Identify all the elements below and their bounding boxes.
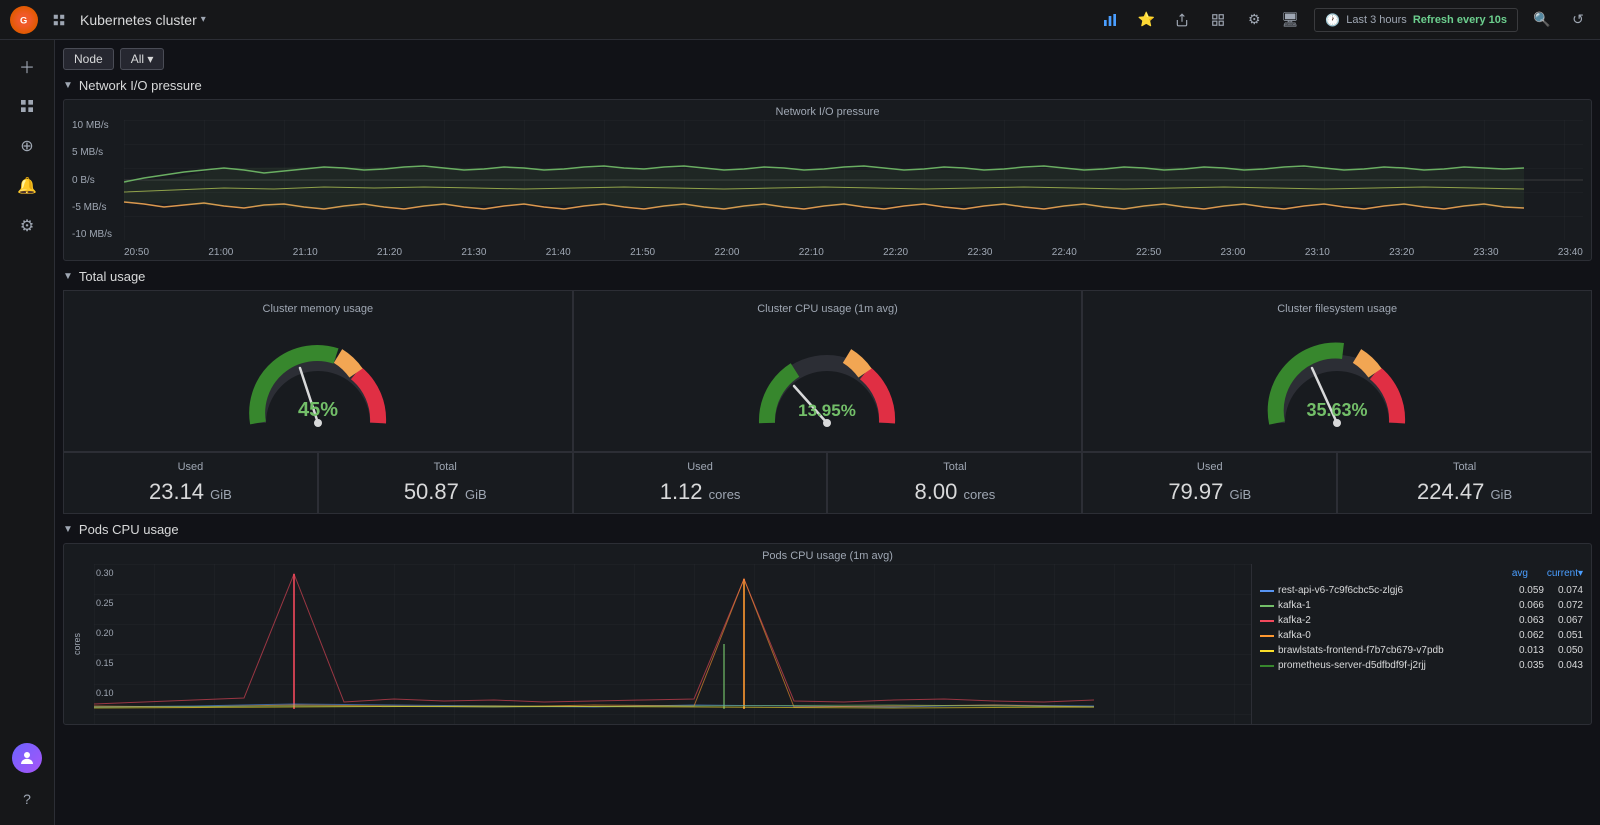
pods-collapse-arrow: ▼ [63, 524, 73, 535]
svg-text:G: G [20, 15, 27, 25]
collapse-arrow: ▼ [63, 80, 73, 91]
svg-text:13.95%: 13.95% [799, 401, 857, 420]
grafana-logo: G [10, 6, 38, 34]
stat-cpu-used: Used 1.12 cores [573, 452, 828, 514]
topnav: G Kubernetes cluster ▾ ⭐ ⚙ 🖥 🕐 Last 3 ho… [0, 0, 1600, 40]
dashboard-title[interactable]: Kubernetes cluster ▾ [72, 12, 214, 28]
filter-bar: Node All ▾ [63, 48, 1592, 70]
pods-section-title: Pods CPU usage [79, 522, 179, 537]
pods-panel: Pods CPU usage (1m avg) cores 0.30 0.25 … [63, 543, 1592, 725]
legend-item: brawlstats-frontend-f7b7cb679-v7pdb 0.01… [1260, 643, 1583, 658]
network-chart-title: Network I/O pressure [64, 100, 1591, 120]
cpu-gauge-panel: Cluster CPU usage (1m avg) 13.95% [573, 290, 1083, 452]
pods-chart-title: Pods CPU usage (1m avg) [64, 544, 1591, 564]
sidebar-dashboards[interactable] [7, 88, 47, 124]
legend-item: kafka-0 0.062 0.051 [1260, 628, 1583, 643]
settings-icon[interactable]: ⚙ [1242, 8, 1266, 32]
main-content: Node All ▾ ▼ Network I/O pressure Networ… [55, 40, 1600, 825]
legend-item: prometheus-server-d5dfbdf9f-j2rjj 0.035 … [1260, 658, 1583, 673]
memory-gauge-panel: Cluster memory usage 45% [63, 290, 573, 452]
legend-item: kafka-2 0.063 0.067 [1260, 613, 1583, 628]
svg-text:0.20: 0.20 [96, 628, 114, 638]
stat-cpu-total: Total 8.00 cores [827, 452, 1082, 514]
gauges-row: Cluster memory usage 45% [63, 290, 1592, 452]
cpu-gauge-container: 13.95% [582, 323, 1074, 443]
clock-icon: 🕐 [1325, 13, 1340, 27]
screen-icon[interactable]: 🖥 [1278, 8, 1302, 32]
stats-row: Used 23.14 GiB Total 50.87 GiB Used 1.12… [63, 452, 1592, 514]
grid-icon [52, 13, 66, 27]
sidebar-settings[interactable]: ⚙ [7, 208, 47, 244]
svg-text:0.10: 0.10 [96, 688, 114, 698]
pods-section-header[interactable]: ▼ Pods CPU usage [63, 522, 1592, 537]
stat-fs-used: Used 79.97 GiB [1082, 452, 1337, 514]
network-xaxis: 20:50 21:00 21:10 21:20 21:30 21:40 21:5… [124, 247, 1583, 258]
pods-chart-area: cores 0.30 0.25 0.20 0.15 0.10 [64, 564, 1591, 724]
filesystem-gauge-panel: Cluster filesystem usage 35.63% [1082, 290, 1592, 452]
time-label: Last 3 hours [1346, 14, 1407, 26]
search-icon[interactable]: 🔍 [1530, 8, 1554, 32]
network-section-title: Network I/O pressure [79, 78, 202, 93]
sidebar: ＋ ⊕ 🔔 ⚙ ? [0, 40, 55, 825]
chart-icon[interactable] [1098, 8, 1122, 32]
sidebar-add[interactable]: ＋ [7, 48, 47, 84]
all-filter-dropdown[interactable]: All ▾ [120, 48, 165, 70]
network-chart: 10 MB/s 5 MB/s 0 B/s -5 MB/s -10 MB/s [64, 120, 1591, 260]
pods-yaxis-label: cores [72, 633, 82, 655]
svg-text:0.25: 0.25 [96, 598, 114, 608]
legend-item: kafka-1 0.066 0.072 [1260, 598, 1583, 613]
legend-item: rest-api-v6-7c9f6cbc5c-zlgj6 0.059 0.074 [1260, 583, 1583, 598]
cpu-gauge-title: Cluster CPU usage (1m avg) [582, 303, 1074, 315]
svg-text:35.63%: 35.63% [1307, 400, 1368, 420]
cpu-gauge-svg: 13.95% [747, 328, 907, 438]
network-yaxis: 10 MB/s 5 MB/s 0 B/s -5 MB/s -10 MB/s [72, 120, 112, 240]
memory-gauge-svg: 45% [238, 328, 398, 438]
nav-icons: ⭐ ⚙ 🖥 🕐 Last 3 hours Refresh every 10s 🔍… [1098, 8, 1590, 32]
svg-text:0.30: 0.30 [96, 568, 114, 578]
stat-memory-used: Used 23.14 GiB [63, 452, 318, 514]
time-range-picker[interactable]: 🕐 Last 3 hours Refresh every 10s [1314, 8, 1518, 32]
share-icon[interactable] [1170, 8, 1194, 32]
sidebar-alerts[interactable]: 🔔 [7, 168, 47, 204]
svg-text:45%: 45% [298, 399, 338, 421]
filesystem-gauge-title: Cluster filesystem usage [1091, 303, 1583, 315]
network-chart-area [124, 120, 1583, 240]
total-collapse-arrow: ▼ [63, 271, 73, 282]
memory-gauge-container: 45% [72, 323, 564, 443]
stat-memory-total: Total 50.87 GiB [318, 452, 573, 514]
total-section-title: Total usage [79, 269, 146, 284]
svg-text:0.15: 0.15 [96, 658, 114, 668]
library-icon[interactable] [1206, 8, 1230, 32]
node-filter-btn[interactable]: Node [63, 48, 114, 70]
filesystem-gauge-container: 35.63% [1091, 323, 1583, 443]
sidebar-avatar[interactable] [12, 743, 42, 773]
network-section-header[interactable]: ▼ Network I/O pressure [63, 78, 1592, 93]
sidebar-help[interactable]: ? [7, 781, 47, 817]
star-icon[interactable]: ⭐ [1134, 8, 1158, 32]
legend-header: avg current▾ [1260, 568, 1583, 579]
pods-chart-svg: 0.30 0.25 0.20 0.15 0.10 [94, 564, 1251, 724]
memory-gauge-title: Cluster memory usage [72, 303, 564, 315]
pods-chart-main: cores 0.30 0.25 0.20 0.15 0.10 [64, 564, 1251, 724]
filesystem-gauge-svg: 35.63% [1257, 328, 1417, 438]
refresh-icon[interactable]: ↺ [1566, 8, 1590, 32]
total-section-header[interactable]: ▼ Total usage [63, 269, 1592, 284]
pods-legend: avg current▾ rest-api-v6-7c9f6cbc5c-zlgj… [1251, 564, 1591, 724]
refresh-label: Refresh every 10s [1413, 14, 1507, 26]
sidebar-explore[interactable]: ⊕ [7, 128, 47, 164]
stat-fs-total: Total 224.47 GiB [1337, 452, 1592, 514]
network-panel: Network I/O pressure 10 MB/s 5 MB/s 0 B/… [63, 99, 1592, 261]
